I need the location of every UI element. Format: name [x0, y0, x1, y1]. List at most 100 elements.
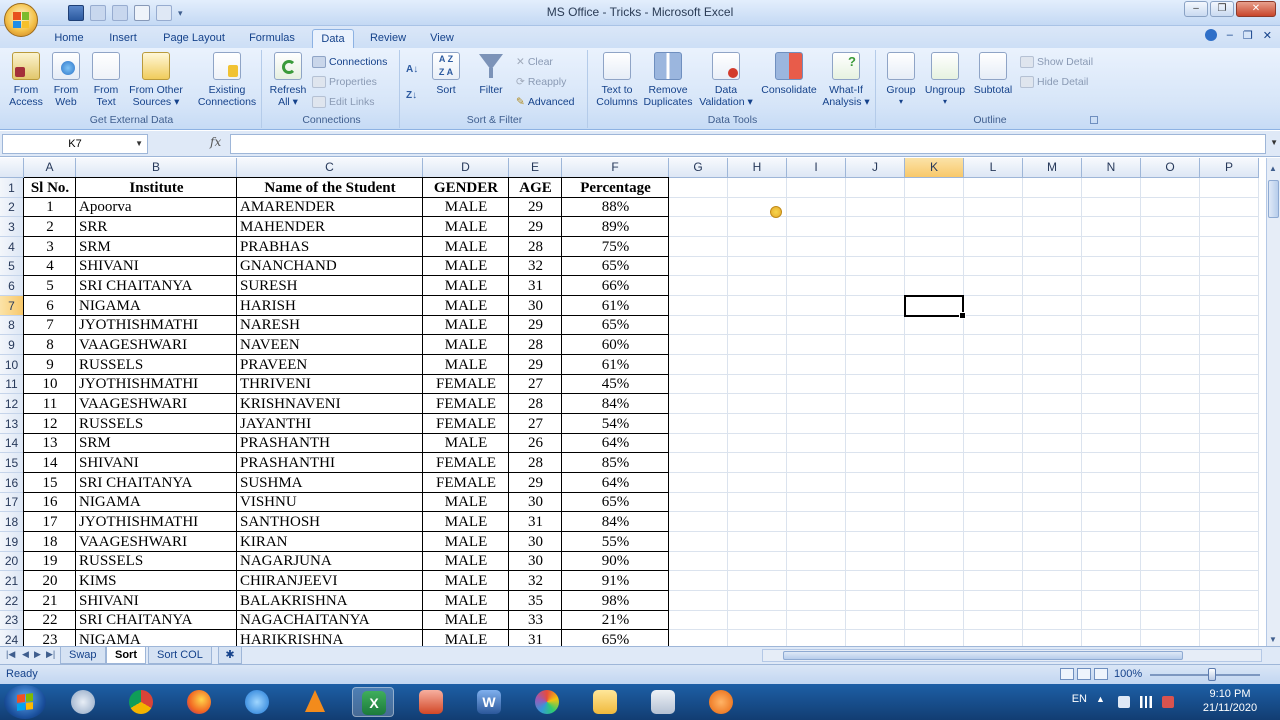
table-cell[interactable]: 28: [509, 394, 562, 414]
row-header[interactable]: 15: [0, 453, 24, 473]
table-cell[interactable]: 15: [24, 473, 76, 493]
table-cell[interactable]: NIGAMA: [76, 630, 237, 646]
insert-sheet-icon[interactable]: ✱: [218, 647, 242, 664]
table-cell[interactable]: 23: [24, 630, 76, 646]
table-cell[interactable]: 64%: [562, 434, 669, 453]
from-text-button[interactable]: From Text: [88, 52, 124, 108]
table-cell[interactable]: SANTHOSH: [237, 512, 423, 532]
row-header[interactable]: 18: [0, 512, 24, 532]
table-cell[interactable]: NAGACHAITANYA: [237, 611, 423, 630]
table-cell[interactable]: 29: [509, 355, 562, 375]
table-cell[interactable]: MALE: [423, 512, 509, 532]
table-cell[interactable]: NAGARJUNA: [237, 552, 423, 571]
table-cell[interactable]: 45%: [562, 375, 669, 394]
table-cell[interactable]: SRM: [76, 434, 237, 453]
table-cell[interactable]: 64%: [562, 473, 669, 493]
row-header[interactable]: 24: [0, 630, 24, 646]
header-cell[interactable]: GENDER: [423, 178, 509, 198]
table-cell[interactable]: 16: [24, 493, 76, 512]
table-cell[interactable]: 26: [509, 434, 562, 453]
table-cell[interactable]: 31: [509, 630, 562, 646]
table-cell[interactable]: MALE: [423, 237, 509, 257]
table-cell[interactable]: SRR: [76, 217, 237, 237]
first-sheet-icon[interactable]: |◀: [6, 649, 15, 660]
sort-ascending-button[interactable]: A↓: [406, 60, 418, 78]
row-header[interactable]: 16: [0, 473, 24, 493]
clear-button[interactable]: ✕ Clear: [516, 53, 553, 71]
table-cell[interactable]: 35: [509, 591, 562, 611]
table-cell[interactable]: 85%: [562, 453, 669, 473]
table-cell[interactable]: VAAGESHWARI: [76, 532, 237, 552]
row-header[interactable]: 2: [0, 198, 24, 217]
table-cell[interactable]: MALE: [423, 630, 509, 646]
tab-review[interactable]: Review: [364, 29, 412, 48]
name-box[interactable]: K7 ▼: [2, 134, 148, 154]
table-cell[interactable]: 61%: [562, 296, 669, 316]
row-header[interactable]: 19: [0, 532, 24, 552]
language-indicator[interactable]: EN: [1072, 693, 1087, 705]
row-header[interactable]: 11: [0, 375, 24, 394]
table-cell[interactable]: 30: [509, 532, 562, 552]
table-cell[interactable]: 61%: [562, 355, 669, 375]
column-header-f[interactable]: F: [562, 158, 669, 178]
table-cell[interactable]: 3: [24, 237, 76, 257]
scroll-up-icon[interactable]: ▲: [1269, 164, 1277, 173]
table-cell[interactable]: 29: [509, 473, 562, 493]
table-cell[interactable]: AMARENDER: [237, 198, 423, 217]
name-box-dropdown-icon[interactable]: ▼: [135, 135, 143, 153]
table-cell[interactable]: 84%: [562, 512, 669, 532]
table-cell[interactable]: THRIVENI: [237, 375, 423, 394]
taskbar-ie[interactable]: [236, 687, 278, 717]
table-cell[interactable]: MALE: [423, 571, 509, 591]
table-cell[interactable]: FEMALE: [423, 473, 509, 493]
from-other-sources-button[interactable]: From Other Sources ▾: [126, 52, 186, 108]
column-header-p[interactable]: P: [1200, 158, 1259, 178]
table-cell[interactable]: MALE: [423, 493, 509, 512]
row-header[interactable]: 1: [0, 178, 24, 198]
normal-view-icon[interactable]: [1060, 668, 1074, 680]
row-header[interactable]: 20: [0, 552, 24, 571]
from-access-button[interactable]: From Access: [6, 52, 46, 108]
connections-button[interactable]: Connections: [312, 53, 387, 71]
table-cell[interactable]: JYOTHISHMATHI: [76, 512, 237, 532]
table-cell[interactable]: 98%: [562, 591, 669, 611]
table-cell[interactable]: 27: [509, 414, 562, 434]
table-cell[interactable]: MALE: [423, 335, 509, 355]
column-header-d[interactable]: D: [423, 158, 509, 178]
worksheet-grid[interactable]: A B C D E F G H I J K L M N O P 1 2 3 4 5 6 7 8 9 10 11 12 13 14 15 16 1…: [0, 158, 1266, 646]
table-cell[interactable]: MALE: [423, 532, 509, 552]
table-cell[interactable]: 10: [24, 375, 76, 394]
table-cell[interactable]: 28: [509, 237, 562, 257]
table-cell[interactable]: 21%: [562, 611, 669, 630]
column-header-m[interactable]: M: [1023, 158, 1082, 178]
table-cell[interactable]: SHIVANI: [76, 453, 237, 473]
table-cell[interactable]: NAVEEN: [237, 335, 423, 355]
table-cell[interactable]: JYOTHISHMATHI: [76, 375, 237, 394]
table-cell[interactable]: RUSSELS: [76, 355, 237, 375]
select-all-corner[interactable]: [0, 158, 24, 178]
zoom-slider-knob[interactable]: [1208, 668, 1216, 681]
table-cell[interactable]: 8: [24, 335, 76, 355]
help-icon[interactable]: [1204, 29, 1217, 41]
table-cell[interactable]: FEMALE: [423, 394, 509, 414]
edit-links-button[interactable]: Edit Links: [312, 93, 375, 111]
row-header[interactable]: 21: [0, 571, 24, 591]
table-cell[interactable]: 22: [24, 611, 76, 630]
table-cell[interactable]: SHIVANI: [76, 591, 237, 611]
row-header[interactable]: 10: [0, 355, 24, 375]
table-cell[interactable]: MALE: [423, 611, 509, 630]
tab-view[interactable]: View: [422, 29, 462, 48]
row-header[interactable]: 8: [0, 316, 24, 335]
tab-insert[interactable]: Insert: [100, 29, 146, 48]
office-button[interactable]: [4, 3, 38, 37]
table-cell[interactable]: 84%: [562, 394, 669, 414]
table-cell[interactable]: KIRAN: [237, 532, 423, 552]
table-cell[interactable]: HARIKRISHNA: [237, 630, 423, 646]
taskbar-excel[interactable]: X: [352, 687, 394, 717]
prev-sheet-icon[interactable]: ◀: [22, 649, 29, 660]
ribbon-restore-icon[interactable]: ❐: [1243, 29, 1253, 42]
table-cell[interactable]: 54%: [562, 414, 669, 434]
table-cell[interactable]: 30: [509, 296, 562, 316]
table-cell[interactable]: 27: [509, 375, 562, 394]
taskbar-paint[interactable]: [526, 687, 568, 717]
